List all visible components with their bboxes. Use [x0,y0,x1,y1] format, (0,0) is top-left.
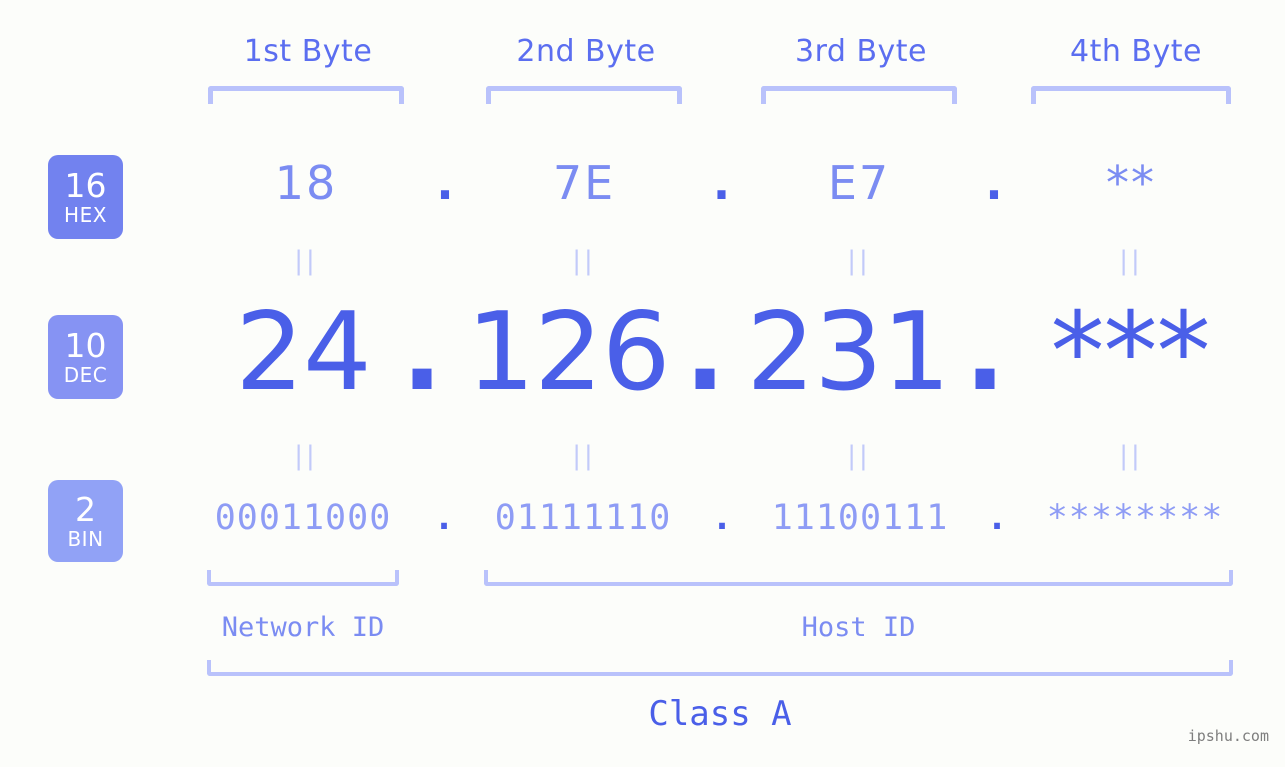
bin-byte-2: 01111110 [494,498,672,538]
bin-byte-1: 00011000 [214,498,392,538]
host-id-label: Host ID [801,612,916,643]
dec-separator-2: . [684,290,726,415]
hex-byte-2: 7E [552,156,616,210]
hex-byte-3: E7 [827,156,891,210]
network-id-bracket [207,570,399,586]
site-watermark: ipshu.com [1187,727,1269,745]
dec-byte-4: *** [1050,290,1211,415]
bin-byte-4: ******** [1046,498,1224,538]
host-id-bracket [484,570,1233,586]
dec-byte-2: 126 [466,290,670,415]
bin-separator-1: . [433,498,455,538]
equality-mark-dec-bin-1: || [294,441,318,471]
equality-mark-dec-bin-2: || [572,441,596,471]
bin-separator-3: . [986,498,1008,538]
byte-bracket-top-3 [761,86,957,104]
class-label: Class A [648,694,792,734]
hex-separator-1: . [436,156,454,210]
bin-row: 00011000 . 01111110 . 11100111 . *******… [0,498,1285,546]
equality-mark-hex-dec-2: || [572,246,596,276]
byte-header-label-1: 1st Byte [243,34,373,69]
byte-bracket-top-1 [208,86,404,104]
hex-byte-4: ** [1106,156,1156,210]
dec-separator-1: . [401,290,443,415]
equality-mark-dec-bin-4: || [1119,441,1143,471]
hex-row: 18 . 7E . E7 . ** [0,156,1285,222]
class-bracket [207,660,1233,676]
bin-byte-3: 11100111 [771,498,949,538]
byte-header-label-3: 3rd Byte [794,34,928,69]
bin-separator-2: . [711,498,733,538]
hex-separator-3: . [985,156,1003,210]
ip-address-breakdown-diagram: 1st Byte 2nd Byte 3rd Byte 4th Byte 16 H… [0,0,1285,767]
hex-separator-2: . [712,156,731,210]
dec-row: 24 . 126 . 231 . *** [0,290,1285,420]
hex-byte-1: 18 [274,156,338,210]
equality-mark-hex-dec-1: || [294,246,318,276]
dec-byte-3: 231 [746,290,950,415]
dec-separator-3: . [964,290,1006,415]
dec-byte-1: 24 [235,290,371,415]
equality-mark-hex-dec-3: || [847,246,871,276]
byte-bracket-top-4 [1031,86,1231,104]
byte-bracket-top-2 [486,86,682,104]
equality-mark-dec-bin-3: || [847,441,871,471]
equality-mark-hex-dec-4: || [1119,246,1143,276]
network-id-label: Network ID [221,612,385,643]
byte-header-label-2: 2nd Byte [516,34,656,69]
byte-header-label-4: 4th Byte [1070,34,1202,69]
